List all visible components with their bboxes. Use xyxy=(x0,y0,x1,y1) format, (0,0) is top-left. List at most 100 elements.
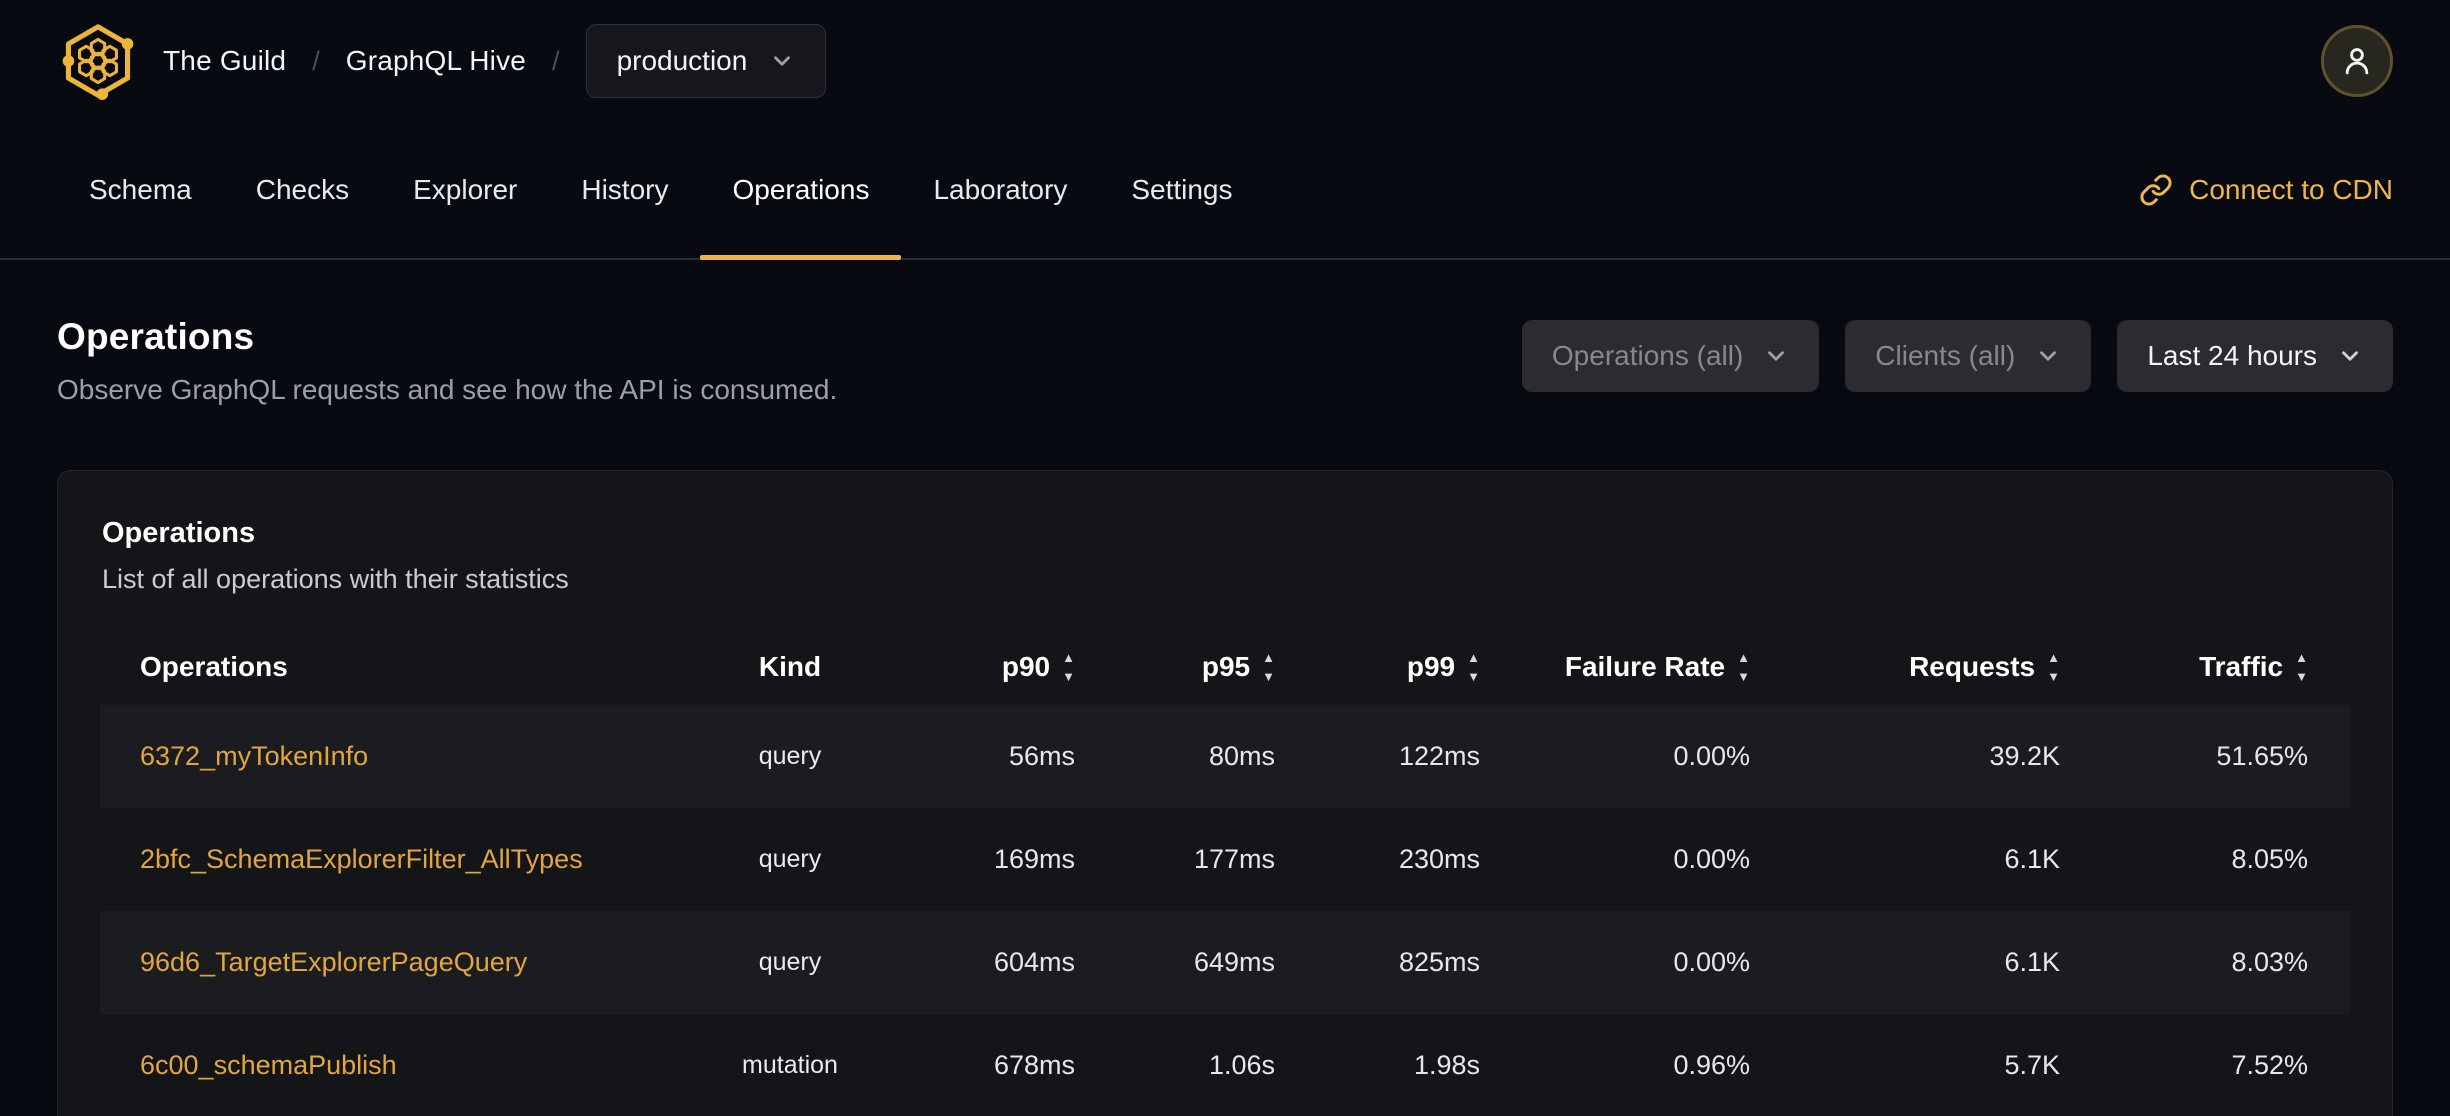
sort-icon[interactable]: ▲ ▼ xyxy=(1062,651,1075,682)
clients-filter-value: Clients (all) xyxy=(1875,340,2016,371)
column-header-p95[interactable]: p95 ▲ ▼ xyxy=(1075,629,1275,705)
tab-label: Schema xyxy=(89,174,192,205)
p90-cell: 56ms xyxy=(905,705,1075,808)
breadcrumb-org[interactable]: The Guild xyxy=(163,45,286,77)
tab-checks[interactable]: Checks xyxy=(224,122,381,258)
breadcrumb-separator: / xyxy=(312,45,320,76)
card-subtitle: List of all operations with their statis… xyxy=(102,564,569,594)
operation-link[interactable]: 6372_myTokenInfo xyxy=(140,741,368,771)
column-label: p99 xyxy=(1406,651,1456,682)
sort-icon[interactable]: ▲ ▼ xyxy=(2047,651,2060,682)
p99-cell: 122ms xyxy=(1275,705,1480,808)
tab-bar: Schema Checks Explorer History Operation… xyxy=(0,122,2450,260)
kind-cell: mutation xyxy=(742,1051,838,1079)
requests-cell: 5.7K xyxy=(2004,1050,2060,1080)
filter-bar: Operations (all) Clients (all) Last 24 h… xyxy=(1521,320,2393,392)
p90-cell: 169ms xyxy=(993,844,1075,874)
table-row: 6c00_schemaPublish mutation 678ms 1.06s … xyxy=(100,1014,2350,1116)
page-title: Operations xyxy=(57,316,255,357)
operations-filter-value: Operations (all) xyxy=(1551,340,1744,371)
chevron-down-icon xyxy=(2040,351,2057,361)
breadcrumb-project[interactable]: GraphQL Hive xyxy=(346,45,526,77)
table-row: 6372_myTokenInfo query 56ms 80ms 122ms 0… xyxy=(100,705,2350,808)
column-header-kind: Kind xyxy=(758,651,822,682)
connect-to-cdn-button[interactable]: Connect to CDN xyxy=(2139,173,2393,207)
column-header-p99[interactable]: p99 ▲ ▼ xyxy=(1275,629,1480,705)
p90-cell: 678ms xyxy=(993,1050,1075,1080)
top-bar: The Guild / GraphQL Hive / production xyxy=(0,0,2450,122)
user-menu-button[interactable] xyxy=(2321,25,2393,97)
tabs: Schema Checks Explorer History Operation… xyxy=(57,122,1265,260)
tab-label: Laboratory xyxy=(933,174,1068,205)
app-root: The Guild / GraphQL Hive / production Sc… xyxy=(0,0,2450,1116)
tab-history[interactable]: History xyxy=(549,122,700,258)
p99-cell: 825ms xyxy=(1275,911,1480,1014)
sort-icon[interactable]: ▲ ▼ xyxy=(1262,651,1275,682)
column-label: p95 xyxy=(1201,651,1251,682)
operation-link[interactable]: 6c00_schemaPublish xyxy=(140,1050,397,1080)
tab-laboratory[interactable]: Laboratory xyxy=(901,122,1099,258)
p95-cell: 177ms xyxy=(1193,844,1275,874)
card-title: Operations xyxy=(102,517,256,549)
p90-cell: 604ms xyxy=(905,911,1075,1014)
table-row: 2bfc_SchemaExplorerFilter_AllTypes query… xyxy=(100,808,2350,911)
failure-rate-cell: 0.00% xyxy=(1480,705,1750,808)
requests-cell: 6.1K xyxy=(2004,844,2060,874)
operations-table: Operations Kind p90 ▲ ▼ p95 ▲ ▼ p99 ▲ ▼ Failur… xyxy=(100,629,2350,1116)
page-subtitle: Observe GraphQL requests and see how the… xyxy=(57,374,838,405)
kind-cell: query xyxy=(675,911,905,1014)
p99-cell: 1.98s xyxy=(1413,1050,1480,1080)
hive-logo-icon[interactable] xyxy=(57,20,139,102)
tab-schema[interactable]: Schema xyxy=(57,122,224,258)
column-header-traffic[interactable]: Traffic ▲ ▼ xyxy=(2060,629,2350,705)
operations-card: Operations List of all operations with t… xyxy=(57,470,2393,1116)
tab-label: Explorer xyxy=(413,174,518,205)
traffic-cell: 7.52% xyxy=(2231,1050,2308,1080)
clients-filter-dropdown[interactable]: Clients (all) xyxy=(1845,320,2092,392)
p99-cell: 230ms xyxy=(1398,844,1480,874)
target-selector-value: production xyxy=(616,45,748,76)
sort-icon[interactable]: ▲ ▼ xyxy=(1467,651,1480,682)
column-header-failure-rate[interactable]: Failure Rate ▲ ▼ xyxy=(1480,629,1750,705)
traffic-cell: 8.05% xyxy=(2231,844,2308,874)
tab-label: Checks xyxy=(255,174,350,205)
failure-rate-cell: 0.96% xyxy=(1673,1050,1750,1080)
column-label: Failure Rate xyxy=(1564,651,1726,682)
requests-cell: 6.1K xyxy=(1750,911,2060,1014)
tab-operations[interactable]: Operations xyxy=(700,122,902,260)
target-selector-dropdown[interactable]: production xyxy=(585,24,827,98)
sort-icon[interactable]: ▲ ▼ xyxy=(1737,651,1750,682)
column-header-operations: Operations xyxy=(140,651,288,682)
failure-rate-cell: 0.00% xyxy=(1673,844,1750,874)
sort-icon[interactable]: ▲ ▼ xyxy=(2295,651,2308,682)
tab-explorer[interactable]: Explorer xyxy=(381,122,549,258)
traffic-cell: 51.65% xyxy=(2060,705,2350,808)
tab-label: Settings xyxy=(1131,174,1233,205)
connect-to-cdn-label: Connect to CDN xyxy=(2189,174,2393,205)
requests-cell: 39.2K xyxy=(1750,705,2060,808)
operation-link[interactable]: 2bfc_SchemaExplorerFilter_AllTypes xyxy=(140,844,583,874)
kind-cell: query xyxy=(758,845,822,873)
operation-link[interactable]: 96d6_TargetExplorerPageQuery xyxy=(140,947,527,977)
tab-label: History xyxy=(581,174,669,205)
table-row: 96d6_TargetExplorerPageQuery query 604ms… xyxy=(100,911,2350,1014)
traffic-cell: 8.03% xyxy=(2060,911,2350,1014)
chevron-down-icon xyxy=(1768,351,1785,361)
column-label: p90 xyxy=(1001,651,1051,682)
tab-label: Operations xyxy=(732,174,870,205)
link-icon xyxy=(2140,174,2172,206)
table-header-row: Operations Kind p90 ▲ ▼ p95 ▲ ▼ p99 ▲ ▼ Failur… xyxy=(100,629,2350,705)
failure-rate-cell: 0.00% xyxy=(1480,911,1750,1014)
column-header-requests[interactable]: Requests ▲ ▼ xyxy=(1750,629,2060,705)
breadcrumb: The Guild / GraphQL Hive / production xyxy=(163,24,827,98)
chevron-down-icon xyxy=(2342,351,2358,361)
user-icon xyxy=(2345,48,2369,75)
operations-filter-dropdown[interactable]: Operations (all) xyxy=(1521,320,1820,392)
column-header-p90[interactable]: p90 ▲ ▼ xyxy=(905,629,1075,705)
breadcrumb-separator: / xyxy=(552,45,560,76)
period-filter-value: Last 24 hours xyxy=(2147,340,2317,371)
period-filter-dropdown[interactable]: Last 24 hours xyxy=(2117,320,2393,392)
tab-settings[interactable]: Settings xyxy=(1099,122,1264,258)
p95-cell: 1.06s xyxy=(1208,1050,1275,1080)
column-label: Requests xyxy=(1909,651,2036,682)
